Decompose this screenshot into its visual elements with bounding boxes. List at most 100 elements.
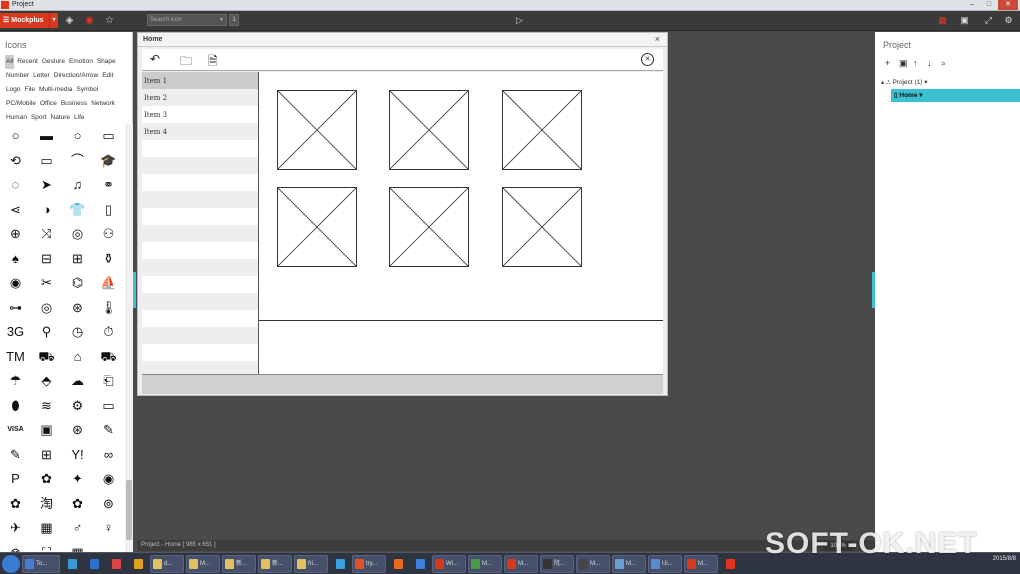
- left-panel-resize-handle[interactable]: [133, 272, 136, 308]
- taskbar-item[interactable]: [106, 555, 126, 573]
- taskbar-item[interactable]: M...: [468, 555, 502, 573]
- icons-scrollbar[interactable]: [125, 124, 133, 552]
- share-icon[interactable]: ⋖: [0, 198, 31, 223]
- bird-icon[interactable]: ✈: [0, 516, 31, 541]
- qr-box-icon[interactable]: ▦: [31, 516, 62, 541]
- expand-icon[interactable]: ⛶: [31, 541, 62, 553]
- search-input[interactable]: Search icon ▼: [147, 14, 227, 26]
- tree-root[interactable]: ▴ ⛬ Project (1) ▾: [875, 76, 1020, 89]
- infinity-icon[interactable]: ∞: [93, 443, 124, 468]
- list-item[interactable]: [142, 225, 258, 242]
- clock-icon[interactable]: ◷: [62, 320, 93, 345]
- taskbar-item[interactable]: M...: [612, 555, 646, 573]
- frame-icon[interactable]: ▭: [93, 124, 124, 149]
- taskbar-item[interactable]: [330, 555, 350, 573]
- spade-icon[interactable]: ♠: [0, 247, 31, 272]
- move-down-icon[interactable]: ↓: [927, 58, 941, 68]
- list-item[interactable]: Item 3: [142, 106, 258, 123]
- taskbar-item[interactable]: [410, 555, 430, 573]
- scrollbar-thumb[interactable]: [126, 480, 132, 540]
- category-emotion[interactable]: Emotion: [68, 55, 94, 69]
- circle-icon[interactable]: ○: [62, 124, 93, 149]
- image-star-icon[interactable]: ▣: [958, 14, 971, 27]
- plus-box-icon[interactable]: ⊞: [62, 247, 93, 272]
- list-item[interactable]: [142, 191, 258, 208]
- wallet-icon[interactable]: ▣: [31, 418, 62, 443]
- visa-icon[interactable]: VISA: [0, 418, 31, 443]
- category-symbol[interactable]: Symbol: [76, 83, 100, 97]
- circle-icon[interactable]: ○: [0, 124, 31, 149]
- taskbar-item[interactable]: 新...: [222, 555, 256, 573]
- camera-icon[interactable]: ▭: [93, 394, 124, 419]
- image-placeholder[interactable]: [389, 90, 469, 170]
- list-item[interactable]: [142, 157, 258, 174]
- mockup-image-grid[interactable]: [259, 72, 663, 320]
- refresh-icon[interactable]: ⟲: [0, 149, 31, 174]
- list-item[interactable]: [142, 242, 258, 259]
- play-icon[interactable]: ▷: [516, 15, 523, 26]
- document-icon[interactable]: 🗎: [208, 52, 218, 73]
- network-icon[interactable]: ⌬: [62, 271, 93, 296]
- trademark-icon[interactable]: TM: [0, 345, 31, 370]
- category-office[interactable]: Office: [39, 97, 58, 111]
- phone-icon[interactable]: ⎗: [93, 369, 124, 394]
- list-item[interactable]: [142, 174, 258, 191]
- chevron-down-icon[interactable]: ▼: [219, 15, 224, 25]
- list-item[interactable]: [142, 276, 258, 293]
- star-icon[interactable]: ☆: [103, 14, 116, 27]
- truck-icon[interactable]: ⛟: [31, 345, 62, 370]
- ruler-icon[interactable]: ▭: [31, 149, 62, 174]
- chevron-down-icon[interactable]: ▾: [49, 13, 58, 28]
- list-item[interactable]: Item 4: [142, 123, 258, 140]
- stopwatch-icon[interactable]: ⏱: [93, 320, 124, 345]
- list-item[interactable]: [142, 208, 258, 225]
- component-box-icon[interactable]: ◈: [63, 14, 76, 27]
- category-gesture[interactable]: Gesture: [41, 55, 66, 69]
- image-placeholder[interactable]: [389, 187, 469, 267]
- taskbar-item[interactable]: To...: [22, 555, 60, 573]
- taskbar-item[interactable]: [388, 555, 408, 573]
- group-icon[interactable]: ⚇: [93, 222, 124, 247]
- list-item[interactable]: [142, 310, 258, 327]
- shuffle-icon[interactable]: ⤨: [31, 222, 62, 247]
- thermometer-icon[interactable]: 🌡: [93, 296, 124, 321]
- taskbar-item[interactable]: 新...: [258, 555, 292, 573]
- mockup-frame[interactable]: Home × ↶ 🗀 🗎 ✕ Item 1 Item 2 Item 3 Item 4: [137, 32, 668, 396]
- equalizer-icon[interactable]: ♫: [62, 173, 93, 198]
- clipboard-icon[interactable]: ▯: [93, 198, 124, 223]
- taskbar-item[interactable]: try...: [352, 555, 386, 573]
- stamp-icon[interactable]: ⚱: [93, 247, 124, 272]
- weibo-icon[interactable]: ◉: [93, 467, 124, 492]
- mockup-bottom-panel[interactable]: [259, 320, 663, 374]
- gear-icon[interactable]: ⚙: [62, 394, 93, 419]
- image-placeholder[interactable]: [277, 187, 357, 267]
- voicemail-icon[interactable]: ⊶: [0, 296, 31, 321]
- image-placeholder[interactable]: [277, 90, 357, 170]
- taskbar-item[interactable]: Wi...: [432, 555, 466, 573]
- blank-icon[interactable]: [93, 541, 124, 553]
- tree-page-home[interactable]: ▯ Home ▾: [891, 89, 1020, 102]
- 3g-icon[interactable]: 3G: [0, 320, 31, 345]
- list-item[interactable]: [142, 140, 258, 157]
- category-human[interactable]: Human: [5, 111, 28, 125]
- category-nature[interactable]: Nature: [50, 111, 72, 125]
- butterfly-icon[interactable]: ✿: [62, 492, 93, 517]
- globe-icon[interactable]: ⊛: [62, 296, 93, 321]
- system-clock[interactable]: 2015/8/8: [974, 555, 1016, 573]
- save-icon[interactable]: ▣: [899, 58, 913, 69]
- target-icon[interactable]: ◎: [62, 222, 93, 247]
- category-direction-arrow[interactable]: Direction/Arrow: [53, 69, 99, 83]
- category-life[interactable]: Life: [73, 111, 85, 125]
- close-icon[interactable]: ×: [655, 34, 660, 44]
- category-edit[interactable]: Edit: [101, 69, 114, 83]
- taskbar-item[interactable]: 阮...: [540, 555, 574, 573]
- list-item[interactable]: [142, 327, 258, 344]
- taskbar-item[interactable]: M...: [504, 555, 538, 573]
- taskbar-item[interactable]: Ui...: [648, 555, 682, 573]
- aperture-icon[interactable]: ⊗: [0, 541, 31, 553]
- image-placeholder[interactable]: [502, 187, 582, 267]
- sparkle-icon[interactable]: ✦: [62, 467, 93, 492]
- search-icon[interactable]: ⌕: [941, 58, 955, 69]
- taskbar-item[interactable]: M...: [684, 555, 718, 573]
- taskbar-item[interactable]: [84, 555, 104, 573]
